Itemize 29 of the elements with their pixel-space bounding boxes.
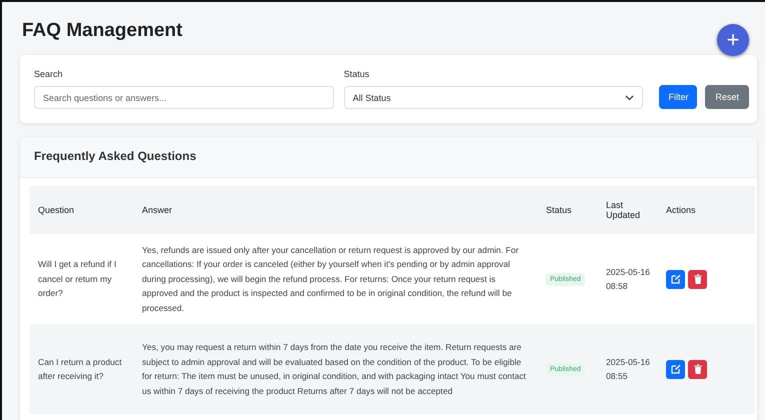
table-title: Frequently Asked Questions [34,149,196,163]
question-text: Will I get a refund if I cancel or return my order? [38,259,116,298]
page-title: FAQ Management [22,20,182,42]
updated-date: 2025-05-16 08:58 [606,266,650,291]
question-text: Can I return a product after receiving it? [38,356,122,381]
edit-icon [670,364,680,374]
status-dropdown[interactable]: All Status [344,86,644,109]
trash-icon [694,364,702,374]
column-header: Status [538,186,598,234]
edit-button[interactable] [666,360,685,378]
column-header: Answer [134,186,538,234]
updated-date: 2025-05-16 08:55 [606,356,650,381]
trash-icon [694,274,702,284]
delete-button[interactable] [688,270,707,288]
reset-button[interactable]: Reset [705,85,749,109]
answer-text: Yes, refunds are issued only after your cancellation or return request is approved by our admin. For cancellations: If your order is canceled (either by yourself when it's pending or by admin approval during processing), we will begin the refund process. For returns: Once your return request is approved and the product is inspected and confirmed to be in original condition, the refund will be processed. [142,244,519,313]
column-header: Last Updated [598,186,658,234]
search-label: Search [34,69,64,79]
answer-text: Yes, you may request a return within 7 days from the date you receive the item. Return requests are subject to admin approval and will be evaluated based on the condition of the product. To be eligible for return: The item must be unused, in original condition, and with packaging intact You must contact us within 7 days of receiving the product Returns after 7 days will not be accepted [142,342,526,396]
filter-button[interactable]: Filter [659,85,698,109]
delete-button[interactable] [688,360,707,378]
edit-icon [670,274,680,284]
search-field[interactable]: Search questions or answers... [34,86,334,109]
column-header: Actions [658,186,755,234]
column-header: Question [30,186,134,234]
add-button[interactable]: + [717,24,749,56]
chevron-down-icon [625,94,634,100]
edit-button[interactable] [666,270,685,288]
status-label: Status [344,69,370,79]
